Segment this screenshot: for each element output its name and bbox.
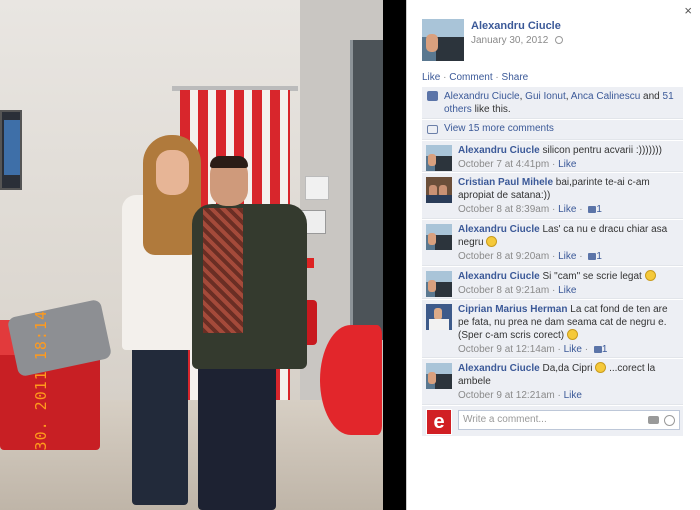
comment-text: silicon pentru acvarii :)))))))	[539, 145, 662, 156]
comment-author[interactable]: Alexandru Ciucle	[458, 271, 540, 282]
smiley-icon	[486, 236, 498, 247]
likes-summary: Alexandru Ciucle, Gui Ionut, Anca Caline…	[422, 87, 683, 119]
avatar[interactable]	[426, 224, 452, 250]
comment-time[interactable]: October 8 at 9:21am	[458, 285, 549, 296]
comment-meta: October 7 at 4:41pm · Like	[458, 159, 577, 170]
comment-like-link[interactable]: Like	[558, 204, 576, 215]
comment-author[interactable]: Alexandru Ciucle	[458, 145, 540, 156]
comment-like-count[interactable]: 1	[602, 344, 608, 355]
like-link[interactable]: Like	[422, 72, 440, 83]
comment-author[interactable]: Ciprian Marius Herman	[458, 304, 567, 315]
post-actions: Like · Comment · Share	[422, 72, 528, 83]
comment-text: Da,da Cipri	[539, 363, 593, 374]
thumbs-up-icon	[593, 346, 602, 353]
poster-avatar[interactable]	[422, 19, 464, 61]
comment-like-link[interactable]: Like	[564, 344, 582, 355]
liker-link[interactable]: Gui Ionut	[525, 91, 566, 102]
photo-tv	[0, 110, 22, 190]
liker-link[interactable]: Anca Calinescu	[571, 91, 640, 102]
separator: ·	[495, 72, 499, 83]
photo-door	[350, 40, 383, 340]
current-user-avatar[interactable]: e	[426, 409, 452, 435]
camera-icon[interactable]	[648, 416, 659, 424]
comment-time[interactable]: October 9 at 12:14am	[458, 344, 555, 355]
comment-time[interactable]: October 8 at 9:20am	[458, 251, 549, 262]
thumbs-up-icon	[427, 91, 438, 101]
photo[interactable]: 30. 2011 18:14	[0, 0, 383, 510]
comment-meta: October 8 at 9:20am · Like · 1	[458, 251, 602, 262]
smiley-icon	[595, 362, 607, 373]
comment-body: Alexandru Ciucle Las' ca nu e dracu chia…	[458, 223, 680, 263]
post-date-text[interactable]: January 30, 2012	[471, 35, 548, 46]
comment-like-count[interactable]: 1	[596, 251, 602, 262]
comment-author[interactable]: Alexandru Ciucle	[458, 363, 540, 374]
comment: Ciprian Marius Herman La cat fond de ten…	[422, 300, 683, 358]
photo-man	[210, 156, 248, 168]
comment-author[interactable]: Alexandru Ciucle	[458, 224, 540, 235]
comment: Alexandru Ciucle Si "cam" se scrie legat…	[422, 267, 683, 299]
post-date: January 30, 2012	[471, 35, 564, 46]
photo-date-stamp: 30. 2011 18:14	[32, 310, 50, 451]
likes-and: and	[640, 91, 663, 102]
write-comment-box: e Write a comment...	[422, 406, 683, 436]
smiley-icon	[644, 270, 656, 281]
view-more-label[interactable]: View 15 more comments	[444, 123, 554, 134]
photo-man	[203, 208, 243, 333]
comment-like-link[interactable]: Like	[558, 159, 576, 170]
comment-time[interactable]: October 9 at 12:21am	[458, 390, 555, 401]
photo-woman	[156, 150, 189, 195]
photo-sign	[305, 176, 329, 200]
comment-meta: October 9 at 12:21am · Like	[458, 390, 582, 401]
comment: Cristian Paul Mihele bai,parinte te-ai c…	[422, 173, 683, 219]
comment-bubble-icon	[427, 125, 438, 134]
comment-body: Alexandru Ciucle Da,da Cipri ...corect l…	[458, 362, 680, 402]
liker-link[interactable]: Alexandru Ciucle	[444, 91, 520, 102]
avatar[interactable]	[426, 304, 452, 330]
comment-meta: October 9 at 12:14am · Like · 1	[458, 344, 608, 355]
comment-time[interactable]: October 7 at 4:41pm	[458, 159, 549, 170]
comment-text: Si "cam" se scrie legat	[539, 271, 642, 282]
emoji-icon[interactable]	[664, 415, 675, 426]
separator: ·	[443, 72, 447, 83]
comment-like-link[interactable]: Like	[558, 285, 576, 296]
comment-body: Ciprian Marius Herman La cat fond de ten…	[458, 303, 680, 356]
comment-link[interactable]: Comment	[449, 72, 492, 83]
close-icon[interactable]: ×	[684, 3, 692, 18]
likes-suffix: like this.	[471, 104, 511, 115]
poster-name[interactable]: Alexandru Ciucle	[471, 20, 561, 32]
comment-time[interactable]: October 8 at 8:39am	[458, 204, 549, 215]
avatar[interactable]	[426, 177, 452, 203]
comments-panel: × Alexandru Ciucle January 30, 2012 Like…	[406, 0, 700, 510]
avatar[interactable]	[426, 145, 452, 171]
comment: Alexandru Ciucle silicon pentru acvarii …	[422, 141, 683, 172]
globe-icon[interactable]	[555, 36, 564, 45]
comment-body: Cristian Paul Mihele bai,parinte te-ai c…	[458, 176, 680, 216]
avatar[interactable]	[426, 363, 452, 389]
comment: Alexandru Ciucle Las' ca nu e dracu chia…	[422, 220, 683, 266]
comment-body: Alexandru Ciucle silicon pentru acvarii …	[458, 144, 680, 171]
comment-body: Alexandru Ciucle Si "cam" se scrie legat…	[458, 270, 680, 297]
comment-like-link[interactable]: Like	[558, 251, 576, 262]
view-more-comments[interactable]: View 15 more comments	[422, 120, 683, 140]
photo-viewer: 30. 2011 18:14 × Alexandru Ciucle Januar…	[0, 0, 700, 510]
photo-umbrella	[320, 325, 382, 435]
divider	[383, 0, 406, 510]
photo-man	[198, 365, 276, 510]
comment-like-count[interactable]: 1	[596, 204, 602, 215]
comment-input[interactable]: Write a comment...	[458, 410, 680, 430]
comment-input-placeholder: Write a comment...	[463, 414, 547, 425]
avatar[interactable]	[426, 271, 452, 297]
comment-like-link[interactable]: Like	[564, 390, 582, 401]
share-link[interactable]: Share	[502, 72, 529, 83]
comment-meta: October 8 at 8:39am · Like · 1	[458, 204, 602, 215]
smiley-icon	[566, 329, 578, 340]
photo-woman	[132, 345, 188, 505]
comment-author[interactable]: Cristian Paul Mihele	[458, 177, 553, 188]
comment-meta: October 8 at 9:21am · Like	[458, 285, 577, 296]
comment: Alexandru Ciucle Da,da Cipri ...corect l…	[422, 359, 683, 405]
